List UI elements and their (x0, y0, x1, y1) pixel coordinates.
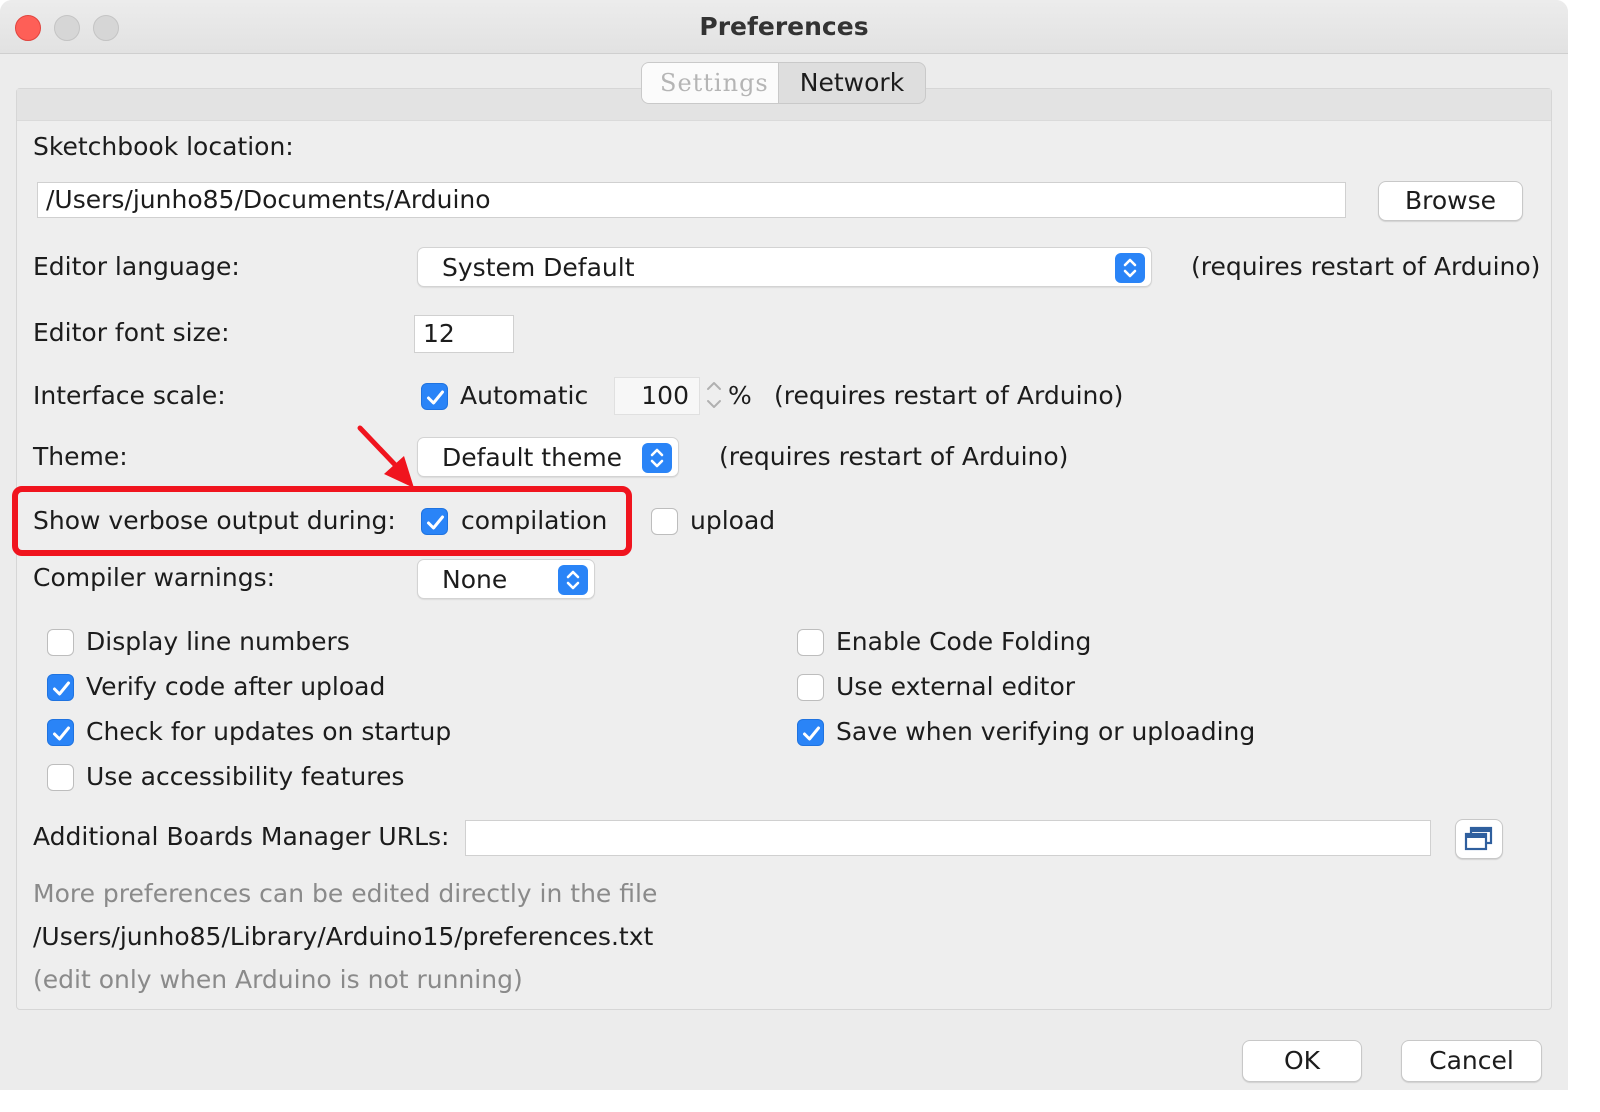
tab-bar: Settings Network (641, 62, 926, 104)
compiler-warnings-label: Compiler warnings: (33, 563, 276, 592)
scale-percent-field[interactable]: 100 (614, 377, 700, 415)
automatic-label: Automatic (460, 381, 589, 410)
preferences-file-path: /Users/junho85/Library/Arduino15/prefere… (33, 922, 654, 951)
verbose-upload-checkbox[interactable] (651, 508, 678, 535)
edit-note-text: (edit only when Arduino is not running) (33, 965, 523, 994)
interface-scale-label: Interface scale: (33, 381, 226, 410)
theme-note: (requires restart of Arduino) (719, 442, 1069, 471)
checkmark-icon (803, 726, 820, 741)
external-editor-label: Use external editor (836, 672, 1076, 701)
updown-chevron-icon (558, 565, 588, 595)
title-bar: Preferences (0, 0, 1568, 54)
interface-scale-note: (requires restart of Arduino) (774, 381, 1124, 410)
scale-unit-label: % (728, 381, 752, 410)
editor-language-select[interactable]: System Default (417, 247, 1152, 287)
tab-settings[interactable]: Settings (642, 63, 779, 103)
editor-language-value: System Default (442, 253, 635, 282)
display-line-numbers-label: Display line numbers (86, 627, 350, 656)
window-title: Preferences (699, 12, 869, 41)
updown-chevron-icon (642, 443, 672, 473)
editor-language-note: (requires restart of Arduino) (1191, 252, 1541, 281)
editor-font-size-label: Editor font size: (33, 318, 230, 347)
browse-button[interactable]: Browse (1378, 181, 1523, 221)
theme-label: Theme: (33, 442, 128, 471)
editor-font-size-field[interactable]: 12 (414, 315, 514, 353)
theme-value: Default theme (442, 443, 623, 472)
check-updates-checkbox[interactable] (47, 719, 74, 746)
tab-network[interactable]: Network (779, 63, 925, 103)
accessibility-label: Use accessibility features (86, 762, 405, 791)
cancel-button[interactable]: Cancel (1401, 1040, 1542, 1082)
display-line-numbers-checkbox[interactable] (47, 629, 74, 656)
external-editor-checkbox[interactable] (797, 674, 824, 701)
compiler-warnings-select[interactable]: None (417, 559, 595, 599)
verify-after-upload-checkbox[interactable] (47, 674, 74, 701)
sketchbook-location-label: Sketchbook location: (33, 132, 294, 161)
check-updates-label: Check for updates on startup (86, 717, 452, 746)
window-stack-icon (1464, 826, 1493, 851)
compiler-warnings-value: None (442, 565, 508, 594)
theme-select[interactable]: Default theme (417, 437, 679, 477)
code-folding-label: Enable Code Folding (836, 627, 1092, 656)
red-arrow-icon (357, 425, 414, 488)
verbose-upload-label: upload (690, 506, 776, 535)
boards-manager-label: Additional Boards Manager URLs: (33, 822, 450, 851)
checkmark-icon (53, 726, 70, 741)
ok-button[interactable]: OK (1242, 1040, 1362, 1082)
checkmark-icon (427, 390, 444, 405)
more-preferences-text: More preferences can be edited directly … (33, 879, 658, 908)
automatic-checkbox[interactable] (421, 383, 448, 410)
save-when-verifying-checkbox[interactable] (797, 719, 824, 746)
scale-stepper[interactable] (702, 375, 726, 415)
save-when-verifying-label: Save when verifying or uploading (836, 717, 1256, 746)
sketchbook-path-field[interactable]: /Users/junho85/Documents/Arduino (37, 182, 1346, 218)
checkmark-icon (53, 681, 70, 696)
accessibility-checkbox[interactable] (47, 764, 74, 791)
boards-urls-editor-button[interactable] (1455, 819, 1503, 859)
preferences-window: Preferences Settings Network Sketchbook … (0, 0, 1568, 1090)
updown-chevron-icon (1115, 253, 1145, 283)
code-folding-checkbox[interactable] (797, 629, 824, 656)
verify-after-upload-label: Verify code after upload (86, 672, 386, 701)
editor-language-label: Editor language: (33, 252, 240, 281)
boards-manager-urls-field[interactable] (465, 820, 1431, 856)
annotation-highlight-box (12, 486, 632, 556)
